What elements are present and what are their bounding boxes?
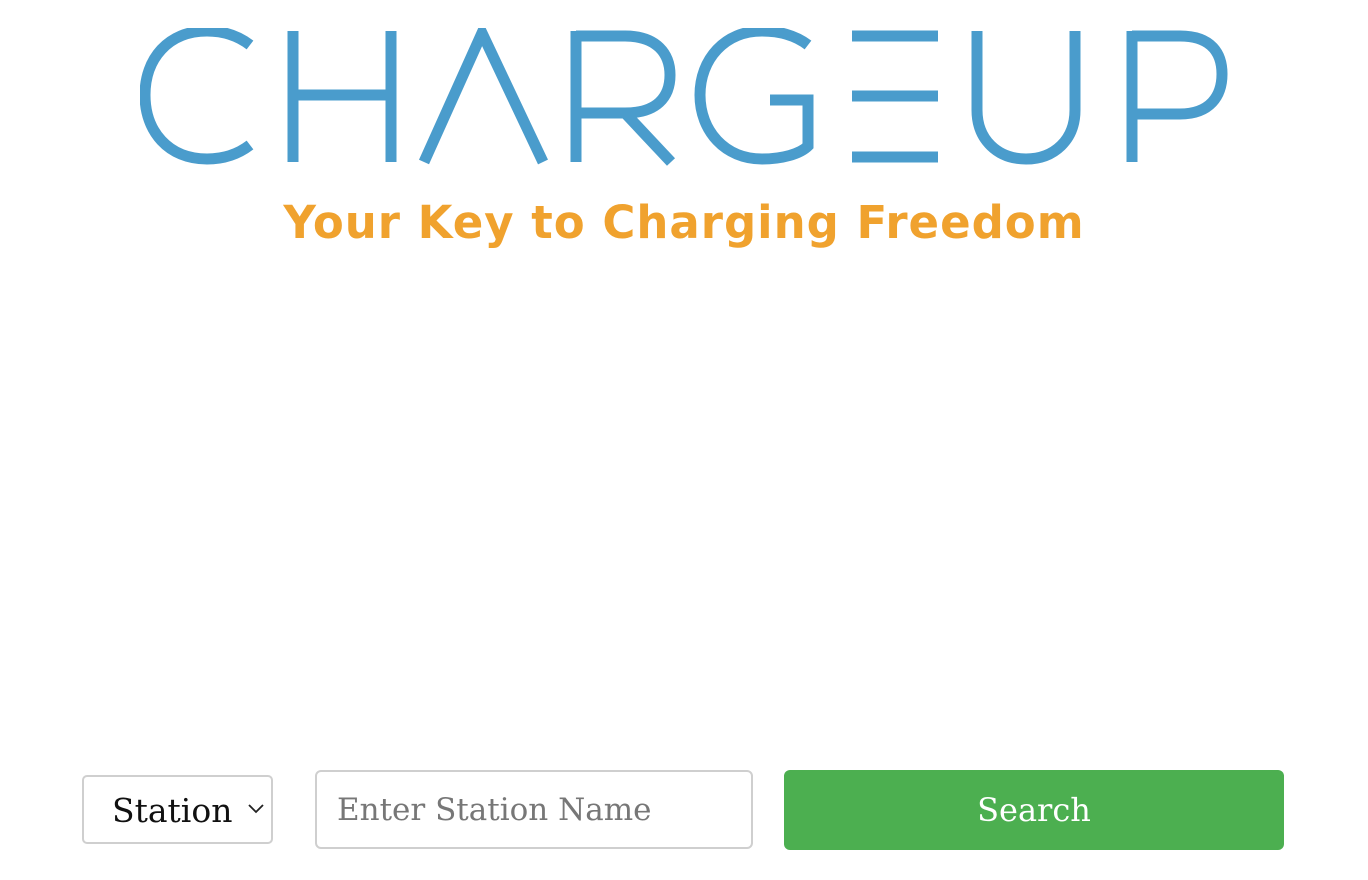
search-button[interactable]: Search: [784, 770, 1284, 850]
search-type-selected-value: Station: [112, 791, 233, 830]
logo-tagline: Your Key to Charging Freedom: [283, 196, 1085, 249]
chargeup-wordmark: [140, 28, 1228, 166]
search-type-select[interactable]: Station: [82, 775, 273, 844]
station-name-input[interactable]: [315, 770, 753, 849]
chargeup-logo: [140, 28, 1230, 168]
page: Your Key to Charging Freedom Station Sea…: [0, 0, 1368, 880]
chevron-down-icon: [248, 804, 264, 814]
